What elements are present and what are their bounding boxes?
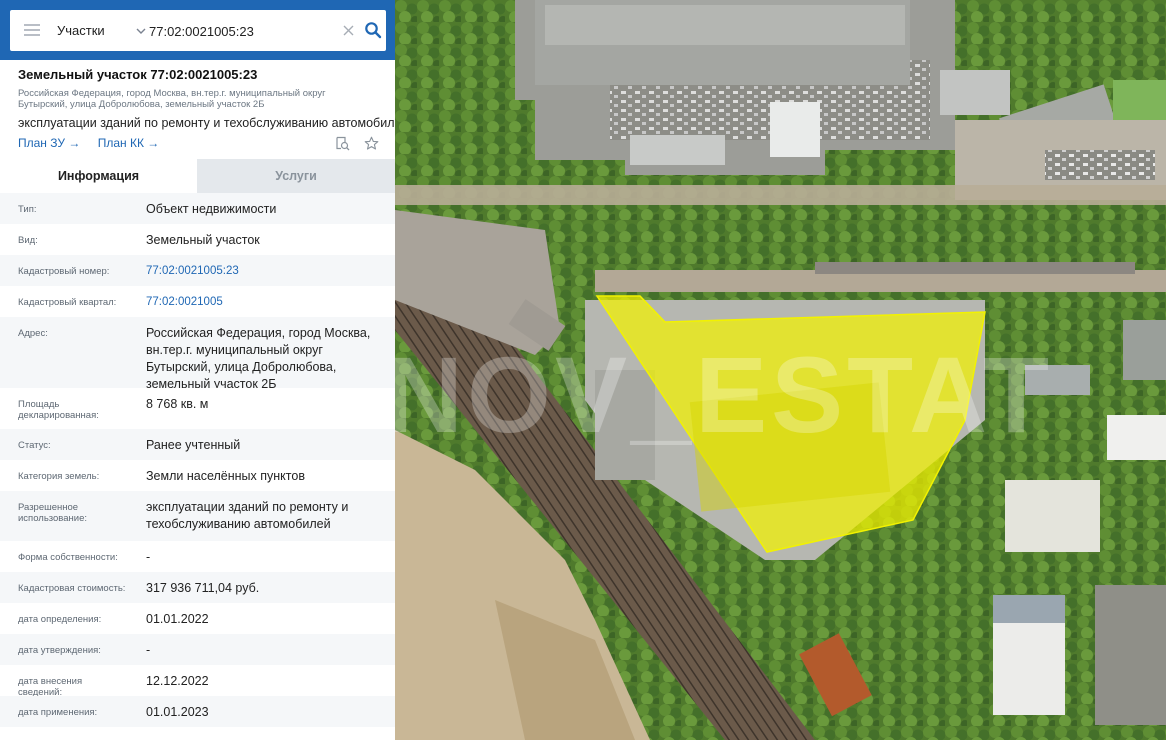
- find-on-map-icon[interactable]: [335, 136, 350, 151]
- building-roof: [630, 135, 725, 165]
- satellite-map[interactable]: NOV_ESTAT: [395, 0, 1166, 740]
- attribute-row: Категория земель: Земли населённых пункто…: [0, 460, 395, 491]
- attribute-value: Российская Федерация, город Москва, вн.т…: [146, 326, 371, 391]
- attribute-row: Адрес: Российская Федерация, город Москва…: [0, 317, 395, 391]
- attribute-row: Вид: Земельный участок: [0, 224, 395, 255]
- attribute-value: 8 768 кв. м: [146, 397, 209, 411]
- attribute-key: дата применения:: [18, 707, 98, 718]
- attribute-key: Кадастровый квартал:: [18, 297, 117, 308]
- menu-icon[interactable]: [24, 24, 40, 36]
- attribute-value: 12.12.2022: [146, 674, 209, 688]
- attribute-key: Категория земель:: [18, 471, 100, 482]
- attribute-row: Форма собственности: -: [0, 541, 395, 572]
- attribute-row: Статус: Ранее учтенный: [0, 429, 395, 460]
- attribute-row: дата применения: 01.01.2023: [0, 696, 395, 727]
- close-icon[interactable]: [342, 24, 355, 37]
- search-input[interactable]: [149, 22, 334, 40]
- attribute-key: Вид:: [18, 235, 38, 246]
- header-actions: [335, 136, 379, 151]
- object-title: Земельный участок 77:02:0021005:23: [18, 67, 258, 82]
- attribute-key: Статус:: [18, 440, 51, 451]
- attribute-row: дата определения: 01.01.2022: [0, 603, 395, 634]
- attribute-key: Тип:: [18, 204, 37, 215]
- tab-information[interactable]: Информация: [0, 159, 197, 193]
- info-panel: Участки Земельный участок 77:02:0021005:…: [0, 0, 395, 740]
- attribute-key: дата утверждения:: [18, 645, 101, 656]
- star-icon[interactable]: [364, 136, 379, 151]
- plan-zu-link[interactable]: План ЗУ →: [18, 136, 80, 150]
- attribute-key: Кадастровый номер:: [18, 266, 110, 277]
- attribute-row: Тип: Объект недвижимости: [0, 193, 395, 224]
- map-canvas[interactable]: NOV_ESTAT: [395, 0, 1166, 740]
- attribute-key: дата внесения сведений:: [18, 676, 83, 698]
- object-usage: эксплуатации зданий по ремонту и техобсл…: [18, 116, 395, 130]
- attribute-value: Земельный участок: [146, 233, 260, 247]
- attribute-row: дата утверждения: -: [0, 634, 395, 665]
- attribute-value: Земли населённых пунктов: [146, 469, 305, 483]
- attribute-value-link[interactable]: 77:02:0021005: [128, 286, 395, 317]
- layer-select[interactable]: Участки: [57, 10, 147, 51]
- building-roof: [1113, 80, 1166, 120]
- search-bar: Участки: [0, 0, 395, 60]
- chevron-down-icon: [136, 28, 146, 34]
- parking-area: [1095, 585, 1166, 725]
- plan-kk-link[interactable]: План КК →: [98, 136, 160, 150]
- attribute-row: Площадь декларированная: 8 768 кв. м: [0, 388, 395, 429]
- attribute-row: дата внесения сведений: 12.12.2022: [0, 665, 395, 698]
- building-roof: [993, 595, 1065, 623]
- building-roof: [1107, 415, 1166, 460]
- building-roof: [1005, 480, 1100, 552]
- attribute-value: 317 936 711,04 руб.: [146, 581, 260, 595]
- attribute-value: 01.01.2023: [146, 705, 209, 719]
- attribute-key: Форма собственности:: [18, 552, 118, 563]
- attribute-value: Объект недвижимости: [146, 202, 277, 216]
- road: [395, 185, 1166, 205]
- garage-row: [815, 262, 1135, 274]
- building-roof: [770, 102, 820, 157]
- attribute-value-link[interactable]: 77:02:0021005:23: [128, 255, 395, 286]
- attribute-key: дата определения:: [18, 614, 102, 625]
- plan-links: План ЗУ → План КК →: [18, 136, 173, 150]
- tab-services[interactable]: Услуги: [197, 159, 395, 193]
- attributes-table: Тип: Объект недвижимости Вид: Земельный уча…: [0, 193, 395, 727]
- attribute-value: эксплуатации зданий по ремонту и техобсл…: [146, 500, 349, 531]
- attribute-value: 01.01.2022: [146, 612, 209, 626]
- attribute-value: -: [146, 550, 151, 564]
- warehouse-roof-top: [545, 5, 905, 45]
- attribute-key: Кадастровая стоимость:: [18, 583, 126, 594]
- layer-select-label: Участки: [57, 23, 105, 38]
- attribute-key: Площадь декларированная:: [18, 399, 99, 421]
- attribute-row: Кадастровый квартал: 77:02:0021005: [0, 286, 395, 317]
- search-box: Участки: [10, 10, 386, 51]
- building-roof: [1123, 320, 1166, 380]
- search-icon[interactable]: [364, 21, 382, 39]
- map-watermark: NOV_ESTAT: [395, 334, 1053, 455]
- attribute-row: Разрешенное использование: эксплуатации з…: [0, 491, 395, 541]
- attribute-value: -: [146, 643, 151, 657]
- attribute-value: Ранее учтенный: [146, 438, 241, 452]
- attribute-row: Кадастровый номер: 77:02:0021005:23: [0, 255, 395, 286]
- parking-area: [1045, 150, 1155, 180]
- tab-bar: Информация Услуги: [0, 159, 395, 193]
- attribute-key: Адрес:: [18, 328, 48, 339]
- attribute-row: Кадастровая стоимость: 317 936 711,04 руб…: [0, 572, 395, 603]
- building-roof: [940, 70, 1010, 115]
- object-address: Российская Федерация, город Москва, вн.т…: [18, 88, 326, 110]
- attribute-key: Разрешенное использование:: [18, 502, 88, 524]
